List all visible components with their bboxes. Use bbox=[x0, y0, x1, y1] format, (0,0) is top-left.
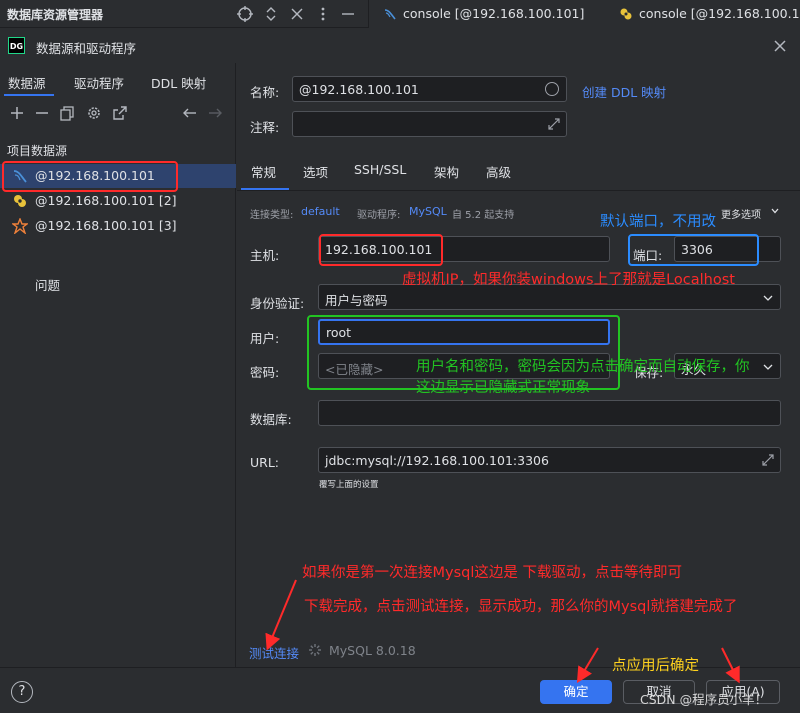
watermark: CSDN @程序员小羊！ bbox=[640, 692, 768, 707]
annotation-arrow-apply bbox=[721, 647, 740, 684]
annotation-arrows bbox=[265, 579, 740, 684]
annotation-arrow-test bbox=[265, 579, 297, 651]
annotation-arrow-ok bbox=[576, 647, 599, 684]
